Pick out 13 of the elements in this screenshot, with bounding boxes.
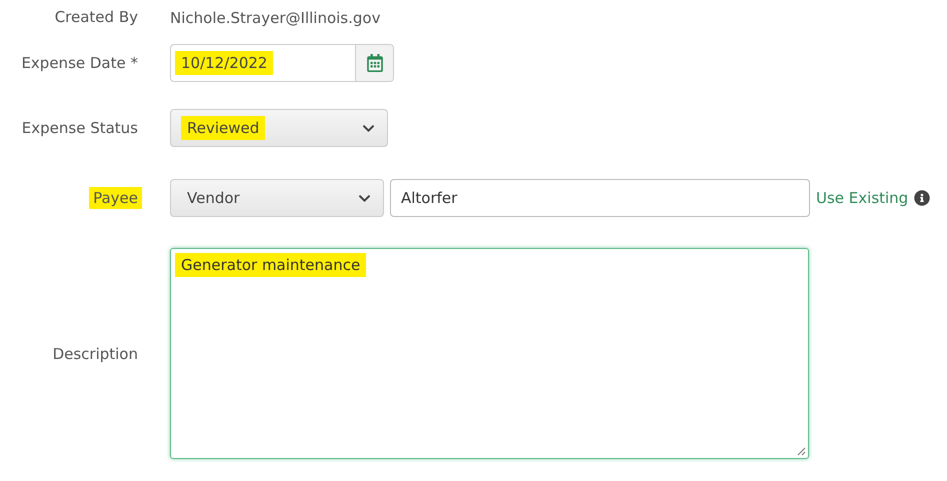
field-label: Expense Date *	[20, 53, 139, 74]
field-label: Expense Status	[20, 118, 139, 139]
resize-grip-icon[interactable]	[796, 446, 806, 456]
status-dropdown[interactable]: Reviewed	[170, 109, 388, 147]
field-label: Created By	[54, 7, 139, 28]
field-label: Description	[52, 344, 139, 364]
payee-field[interactable]: Altorfer	[390, 179, 810, 217]
description-field[interactable]: Generator maintenance	[170, 248, 809, 459]
info-icon[interactable]	[914, 190, 930, 206]
payee-type-dropdown[interactable]: Vendor	[170, 179, 384, 217]
field-value: Nichole.Strayer@Illinois.gov	[170, 8, 380, 26]
use-existing-link[interactable]: Use Existing	[816, 189, 908, 207]
field-label: Payee	[89, 187, 142, 209]
